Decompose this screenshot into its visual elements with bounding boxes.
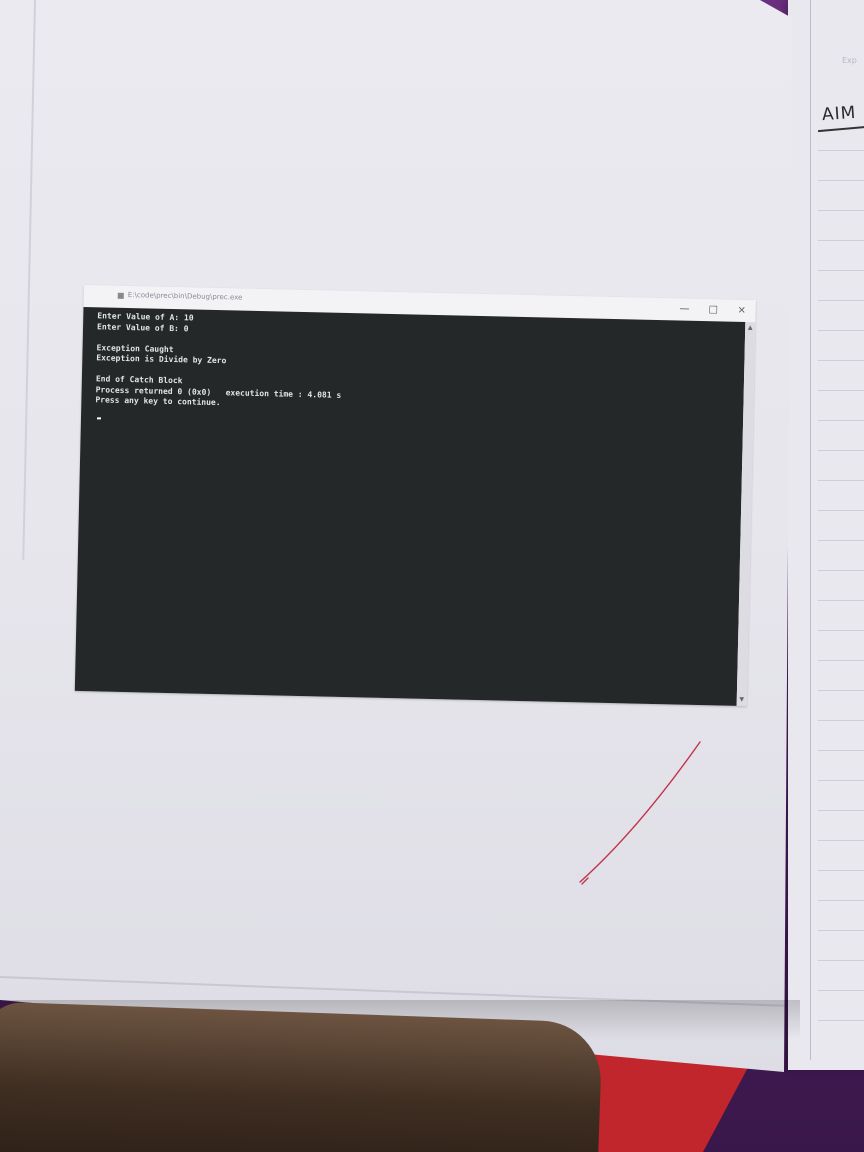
console-line: End of Catch Block bbox=[95, 374, 183, 386]
tick-stroke bbox=[579, 741, 701, 885]
console-output-area[interactable]: Enter Value of A: 10 Enter Value of B: 0… bbox=[74, 306, 746, 706]
console-line: Enter Value of B: 0 bbox=[96, 321, 189, 333]
ruled-line bbox=[818, 480, 864, 481]
right-notebook-page bbox=[788, 0, 864, 1070]
maximize-button[interactable]: □ bbox=[708, 304, 718, 315]
scroll-down-arrow-icon[interactable]: ▼ bbox=[738, 696, 746, 703]
ruled-line bbox=[818, 180, 864, 181]
ruled-line bbox=[818, 300, 864, 301]
ruled-line bbox=[818, 990, 864, 991]
ruled-line bbox=[818, 870, 864, 871]
ruled-line bbox=[818, 840, 864, 841]
ruled-line bbox=[818, 720, 864, 721]
console-line: Exception Caught bbox=[96, 342, 174, 354]
ruled-line bbox=[818, 390, 864, 391]
ruled-line bbox=[818, 1020, 864, 1021]
console-window: E:\code\prec\bin\Debug\prec.exe — □ × En… bbox=[74, 285, 756, 707]
ruled-line bbox=[818, 900, 864, 901]
ruled-line bbox=[818, 330, 864, 331]
ruled-line bbox=[818, 570, 864, 571]
console-line: Enter Value of A: 10 bbox=[97, 311, 194, 323]
ruled-line bbox=[818, 240, 864, 241]
ruled-line bbox=[818, 540, 864, 541]
window-title: E:\code\prec\bin\Debug\prec.exe bbox=[127, 290, 243, 302]
check-mark-icon bbox=[579, 741, 701, 885]
photo-scene: Exp AIM E:\code\prec\bin\Debug\prec.exe … bbox=[0, 0, 864, 1152]
console-line: Exception is Divide by Zero bbox=[96, 353, 227, 366]
console-cursor bbox=[96, 417, 102, 420]
console-app-icon bbox=[117, 292, 124, 299]
ruled-line bbox=[818, 960, 864, 961]
page-border-left bbox=[22, 0, 36, 560]
ruled-line bbox=[818, 360, 864, 361]
ruled-line bbox=[818, 750, 864, 751]
aim-heading: AIM bbox=[821, 102, 857, 126]
hand-holding-notebook bbox=[0, 1001, 603, 1152]
scroll-up-arrow-icon[interactable]: ▲ bbox=[746, 324, 754, 331]
right-page-margin-line bbox=[810, 0, 811, 1060]
ruled-line bbox=[818, 930, 864, 931]
ruled-line bbox=[818, 210, 864, 211]
ruled-line bbox=[818, 660, 864, 661]
minimize-button[interactable]: — bbox=[679, 304, 689, 315]
ruled-line bbox=[818, 600, 864, 601]
pasted-console-printout: E:\code\prec\bin\Debug\prec.exe — □ × En… bbox=[74, 285, 756, 720]
close-button[interactable]: × bbox=[737, 305, 746, 316]
ruled-line bbox=[818, 450, 864, 451]
ruled-line bbox=[818, 270, 864, 271]
right-page-corner-text: Exp bbox=[842, 56, 857, 65]
ruled-line bbox=[818, 150, 864, 151]
ruled-line bbox=[818, 780, 864, 781]
ruled-line bbox=[818, 690, 864, 691]
console-text: Enter Value of A: 10 Enter Value of B: 0… bbox=[95, 311, 343, 411]
ruled-line bbox=[818, 420, 864, 421]
console-line: Press any key to continue. bbox=[95, 395, 221, 408]
ruled-line bbox=[818, 630, 864, 631]
ruled-line bbox=[818, 510, 864, 511]
ruled-line bbox=[818, 810, 864, 811]
